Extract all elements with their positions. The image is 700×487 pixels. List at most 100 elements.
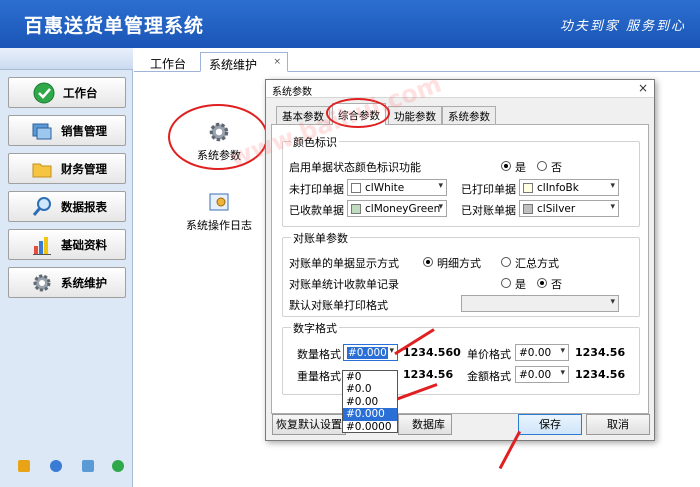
chevron-down-icon: ▾ bbox=[389, 346, 394, 356]
weight-format-label: 重量格式 bbox=[297, 370, 341, 383]
gear-icon bbox=[31, 272, 53, 294]
cancel-button[interactable]: 取消 bbox=[586, 414, 650, 435]
sidebar-item-label: 工作台 bbox=[63, 85, 98, 100]
sidebar-item-system-maintenance[interactable]: 系统维护 bbox=[8, 267, 126, 298]
chevron-down-icon: ▾ bbox=[438, 202, 443, 212]
price-format-label: 单价格式 bbox=[467, 348, 511, 361]
sidebar-item-workbench[interactable]: 工作台 bbox=[8, 77, 126, 108]
received-label: 已收款单据 bbox=[289, 204, 344, 217]
display-mode-label: 对账单的单据显示方式 bbox=[289, 257, 399, 270]
app-header: 百惠送货单管理系统 功夫到家 服务到心 bbox=[0, 0, 700, 48]
select-value: clWhite bbox=[365, 181, 405, 194]
sidebar-header-strip bbox=[0, 48, 133, 70]
chevron-down-icon: ▾ bbox=[610, 202, 615, 212]
close-icon[interactable]: × bbox=[638, 81, 648, 95]
radio-label: 汇总方式 bbox=[515, 257, 559, 270]
select-value: clInfoBk bbox=[537, 181, 579, 194]
stat-receipts-yes-radio[interactable] bbox=[501, 278, 511, 288]
sidebar-item-reports[interactable]: 数据报表 bbox=[8, 191, 126, 222]
window-icon bbox=[31, 120, 53, 142]
chart-icon bbox=[31, 234, 53, 256]
dropdown-option-selected[interactable]: #0.000 bbox=[343, 408, 397, 421]
enable-color-no-radio[interactable] bbox=[537, 161, 547, 171]
chevron-down-icon: ▾ bbox=[438, 181, 443, 191]
qty-format-select[interactable]: #0.000 ▾ bbox=[343, 344, 398, 361]
qty-format-label: 数量格式 bbox=[297, 348, 341, 361]
annotation-circle bbox=[326, 98, 390, 128]
select-value: clMoneyGreen bbox=[365, 202, 441, 215]
chevron-down-icon: ▾ bbox=[560, 368, 565, 378]
tab-system-maintenance[interactable]: 系统维护 × bbox=[200, 52, 288, 72]
clock-icon[interactable] bbox=[50, 460, 62, 472]
desktop-item-operation-log[interactable]: 系统操作日志 bbox=[182, 192, 256, 233]
amount-format-select[interactable]: #0.00 ▾ bbox=[515, 366, 569, 383]
key-icon[interactable] bbox=[18, 460, 30, 472]
tab-system-params[interactable]: 系统参数 bbox=[442, 106, 496, 124]
folder-icon bbox=[31, 158, 53, 180]
amount-format-label: 金额格式 bbox=[467, 370, 511, 383]
dropdown-option[interactable]: #0.00 bbox=[343, 396, 397, 408]
close-icon[interactable]: × bbox=[273, 57, 281, 67]
summary-mode-radio[interactable] bbox=[501, 257, 511, 267]
print-format-select[interactable]: ▾ bbox=[461, 295, 619, 312]
tab-basic-params[interactable]: 基本参数 bbox=[276, 106, 330, 124]
dialog-titlebar: 系统参数 × bbox=[266, 80, 654, 98]
chevron-down-icon: ▾ bbox=[610, 181, 615, 191]
radio-label: 是 bbox=[515, 161, 526, 174]
unprinted-color-select[interactable]: clWhite ▾ bbox=[347, 179, 447, 196]
printed-color-select[interactable]: clInfoBk ▾ bbox=[519, 179, 619, 196]
sidebar-item-label: 销售管理 bbox=[61, 123, 107, 138]
reconciled-color-select[interactable]: clSilver ▾ bbox=[519, 200, 619, 217]
general-params-panel: 颜色标识 启用单据状态颜色标识功能 是 否 未打印单据 clWhite ▾ 已打… bbox=[271, 124, 649, 414]
dropdown-option[interactable]: #0 bbox=[343, 371, 397, 383]
sidebar-item-label: 基础资料 bbox=[61, 237, 107, 252]
sidebar-item-label: 数据报表 bbox=[61, 199, 107, 214]
qty-preview: 1234.560 bbox=[403, 346, 461, 359]
sidebar-item-sales[interactable]: 销售管理 bbox=[8, 115, 126, 146]
exit-icon[interactable] bbox=[112, 460, 124, 472]
log-icon bbox=[182, 192, 256, 217]
enable-color-label: 启用单据状态颜色标识功能 bbox=[289, 161, 421, 174]
color-swatch bbox=[523, 182, 533, 193]
app-slogan: 功夫到家 服务到心 bbox=[559, 19, 686, 34]
price-preview: 1234.56 bbox=[575, 346, 626, 359]
database-button[interactable]: 数据库 bbox=[398, 414, 452, 435]
section-legend: 颜色标识 bbox=[291, 134, 339, 150]
tab-workbench[interactable]: 工作台 bbox=[142, 52, 194, 72]
chevron-down-icon: ▾ bbox=[560, 346, 565, 356]
enable-color-yes-radio[interactable] bbox=[501, 161, 511, 171]
weight-preview: 1234.56 bbox=[403, 368, 454, 381]
color-swatch bbox=[523, 203, 533, 214]
restore-defaults-button[interactable]: 恢复默认设置 bbox=[272, 414, 346, 435]
received-color-select[interactable]: clMoneyGreen ▾ bbox=[347, 200, 447, 217]
price-format-select[interactable]: #0.00 ▾ bbox=[515, 344, 569, 361]
sidebar-item-basic-data[interactable]: 基础资料 bbox=[8, 229, 126, 260]
sidebar-bottom-toolbar bbox=[0, 456, 133, 476]
print-format-label: 默认对账单打印格式 bbox=[289, 299, 388, 312]
tab-function-params[interactable]: 功能参数 bbox=[388, 106, 442, 124]
radio-label: 是 bbox=[515, 278, 526, 291]
annotation-circle bbox=[168, 104, 268, 170]
sidebar: 工作台 销售管理 财务管理 数据报表 基础资料 系统维护 bbox=[0, 48, 133, 487]
select-value: #0.000 bbox=[347, 346, 388, 359]
radio-label: 明细方式 bbox=[437, 257, 481, 270]
sidebar-item-label: 系统维护 bbox=[61, 275, 107, 290]
dialog-title: 系统参数 bbox=[272, 87, 312, 98]
check-icon bbox=[33, 82, 55, 104]
reconciliation-section: 对账单参数 对账单的单据显示方式 明细方式 汇总方式 对账单统计收款单记录 是 … bbox=[282, 230, 640, 317]
section-legend: 数字格式 bbox=[291, 320, 339, 336]
qty-format-dropdown-list: #0 #0.0 #0.00 #0.000 #0.0000 bbox=[342, 370, 398, 433]
section-legend: 对账单参数 bbox=[291, 230, 350, 246]
sidebar-item-finance[interactable]: 财务管理 bbox=[8, 153, 126, 184]
sidebar-item-label: 财务管理 bbox=[61, 161, 107, 176]
dropdown-option[interactable]: #0.0000 bbox=[343, 421, 397, 433]
monitor-icon[interactable] bbox=[82, 460, 94, 472]
app-title: 百惠送货单管理系统 bbox=[24, 15, 205, 37]
dropdown-option[interactable]: #0.0 bbox=[343, 383, 397, 395]
select-value: #0.00 bbox=[519, 346, 552, 359]
stat-receipts-no-radio[interactable] bbox=[537, 278, 547, 288]
detail-mode-radio[interactable] bbox=[423, 257, 433, 267]
select-value: clSilver bbox=[537, 202, 576, 215]
save-button[interactable]: 保存 bbox=[518, 414, 582, 435]
radio-label: 否 bbox=[551, 278, 562, 291]
